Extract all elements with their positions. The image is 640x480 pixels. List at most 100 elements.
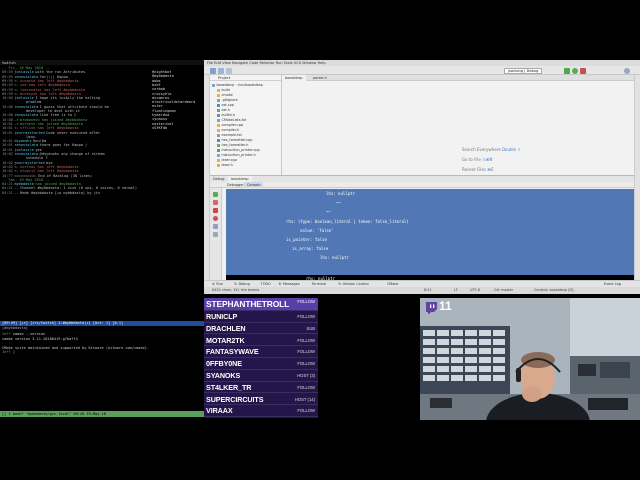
project-panel-header[interactable]: Project <box>210 75 281 81</box>
status-item[interactable]: Git: master <box>494 287 513 294</box>
follower-name: STEPHANTHETROLL <box>206 299 290 309</box>
tree-item-file[interactable]: lexer.h <box>217 163 233 167</box>
tree-root[interactable]: boostdesp ~/src/boostdesp <box>212 83 263 87</box>
tree-item-file[interactable]: cmake <box>217 93 233 97</box>
webcam-feed: 11 <box>420 298 640 420</box>
editor-tab-0[interactable]: boostdesp <box>282 75 306 81</box>
tree-item-label: instruction_printer.cpp <box>221 148 260 152</box>
project-panel[interactable]: Project boostdesp ~/src/boostdesp build cm… <box>210 75 282 175</box>
tree-item-file[interactable]: instruction_printer.cpp <box>217 148 260 152</box>
refresh-icon[interactable] <box>226 67 232 74</box>
debug-subtab-bar: Debugger Console <box>210 182 634 188</box>
file-icon <box>217 98 220 102</box>
tree-item-label: boostdesp ~/src/boostdesp <box>216 83 263 87</box>
follower-row: SUPERCIRCUITS HOST (14) <box>204 394 318 406</box>
tree-item-file[interactable]: ast.cpp <box>217 103 234 107</box>
run-configuration-select[interactable]: jsonlang | Debug <box>504 67 543 74</box>
file-icon <box>217 153 220 157</box>
editor-area[interactable]: boostdesp parser.h Search Everywhere Dou… <box>282 75 634 175</box>
status-item[interactable]: Context: boostdesp [D] <box>534 287 573 294</box>
chat-timestamp: 04:21 <box>2 190 13 195</box>
file-icon <box>217 128 220 132</box>
pin-icon[interactable] <box>213 232 218 237</box>
chat-line: 04:21 -- Mode #mybbdasta [+o mybbdasta] by… <box>2 191 100 195</box>
follower-event: FOLLOW <box>297 337 315 343</box>
follower-name: SYANOKS <box>206 371 241 380</box>
console-line: lhs: nullptr <box>320 255 349 261</box>
tree-item-label: ast.h <box>221 108 230 112</box>
shell-text: CMake suite maintained and supported by … <box>2 345 150 350</box>
follower-row: RUNICLP FOLLOW <box>204 311 318 323</box>
tree-item-label: lexer.h <box>221 163 233 167</box>
tree-item-file[interactable]: CMakeLists.txt <box>217 118 246 122</box>
webcam-image <box>420 298 640 420</box>
tree-item-file[interactable]: hex_formatter.cpp <box>217 138 252 142</box>
folder-icon[interactable] <box>210 67 216 74</box>
settings-icon[interactable] <box>213 224 218 229</box>
resume-icon[interactable] <box>213 192 218 197</box>
follower-name: MOTAR2TK <box>206 335 245 345</box>
tree-item-label: ast.cpp <box>221 103 234 107</box>
chat-nick: -- <box>14 190 19 195</box>
status-item[interactable]: UTF-8 <box>470 287 480 294</box>
hint-recent-files: Recent Files ⌘E <box>462 167 494 172</box>
stop-icon[interactable] <box>580 67 586 74</box>
chat-timestamp: 10:00 <box>2 96 13 101</box>
tree-item-label: example.txt <box>221 133 242 137</box>
tree-item-file[interactable]: builtin.h <box>217 113 235 117</box>
tree-item-file[interactable]: build <box>217 88 230 92</box>
hint-search-everywhere: Search Everywhere Double ⇧ <box>462 147 521 152</box>
status-item[interactable]: LF <box>454 287 458 294</box>
file-icon <box>217 163 220 167</box>
chat-text: @dsyanoks any change of stream <box>39 152 105 156</box>
follower-event: FOLLOW <box>297 349 315 355</box>
breakpoint-icon[interactable] <box>213 216 218 221</box>
tree-item-file[interactable]: example.txt <box>217 133 242 137</box>
tree-item-label: lexer.cpp <box>221 158 237 162</box>
status-item: 8424 chars, 151 line breaks <box>212 288 260 292</box>
tree-item-label: build <box>221 88 230 92</box>
shell-pane[interactable]: Jeff cmake --version cmake version 3.11.2… <box>0 331 204 411</box>
ide-window[interactable]: File Edit View Navigate Code Refactor Ru… <box>204 60 640 294</box>
editor-tab-1[interactable]: parser.h <box>310 75 330 81</box>
shell-line: Jeff | <box>2 350 15 354</box>
terminal-window[interactable]: twitch -- Fri, 18 May 2018 -- 09:59 jonlai… <box>0 60 204 420</box>
file-icon <box>217 123 220 127</box>
file-icon <box>217 158 220 162</box>
status-item[interactable]: 8:51 <box>424 287 432 294</box>
shell-line: CMake suite maintained and supported by … <box>2 346 149 350</box>
folder-icon <box>217 93 220 97</box>
stop-icon[interactable] <box>213 208 218 213</box>
follower-event: SUB <box>306 325 315 331</box>
follower-name: FANTASYWAVE <box>206 347 259 357</box>
console-line: value: 'false' <box>300 227 334 233</box>
nicklist-item[interactable]: vSfKFdb <box>152 126 167 130</box>
irc-nicklist[interactable]: @nightbot @mybbdasta aobs bzef corbob crocsyh… <box>152 65 204 277</box>
debug-panel[interactable]: Debug: boostdesp Debugger Console lhs: n… <box>210 175 634 289</box>
file-icon <box>217 133 220 137</box>
tree-item-label: compiler.cpp <box>221 123 244 127</box>
tree-item-file[interactable]: .gitignore <box>217 98 238 102</box>
search-icon[interactable] <box>624 67 630 74</box>
console-line: is_array: false <box>292 246 329 252</box>
tree-item-file[interactable]: ast.h <box>217 108 230 112</box>
save-icon[interactable] <box>218 67 224 74</box>
follower-row: MOTAR2TK FOLLOW <box>204 335 318 347</box>
chat-timestamp: 10:00 <box>2 104 13 109</box>
tree-item-file[interactable]: compiler.cpp <box>217 123 243 127</box>
run-icon[interactable] <box>564 67 570 74</box>
follower-row: FANTASYWAVE FOLLOW <box>204 346 318 358</box>
file-icon <box>217 148 220 152</box>
pause-icon[interactable] <box>213 200 218 205</box>
debug-console-output[interactable]: lhs: nullptr ~~ ~~ rhs: (type: boolean_lite… <box>226 189 634 275</box>
tree-item-file[interactable]: lexer.cpp <box>217 158 237 162</box>
follower-event: HOST (3) <box>297 373 315 378</box>
follower-row: SYANOKS HOST (3) <box>204 370 318 382</box>
tree-item-file[interactable]: instruction_printer.h <box>217 153 256 157</box>
tree-item-label: builtin.h <box>221 113 236 117</box>
file-icon <box>217 113 220 117</box>
tree-item-file[interactable]: hex_formatter.h <box>217 143 248 147</box>
tree-item-file[interactable]: compiler.h <box>217 128 239 132</box>
debug-icon[interactable] <box>572 67 578 74</box>
console-tab[interactable]: Console <box>244 182 264 188</box>
